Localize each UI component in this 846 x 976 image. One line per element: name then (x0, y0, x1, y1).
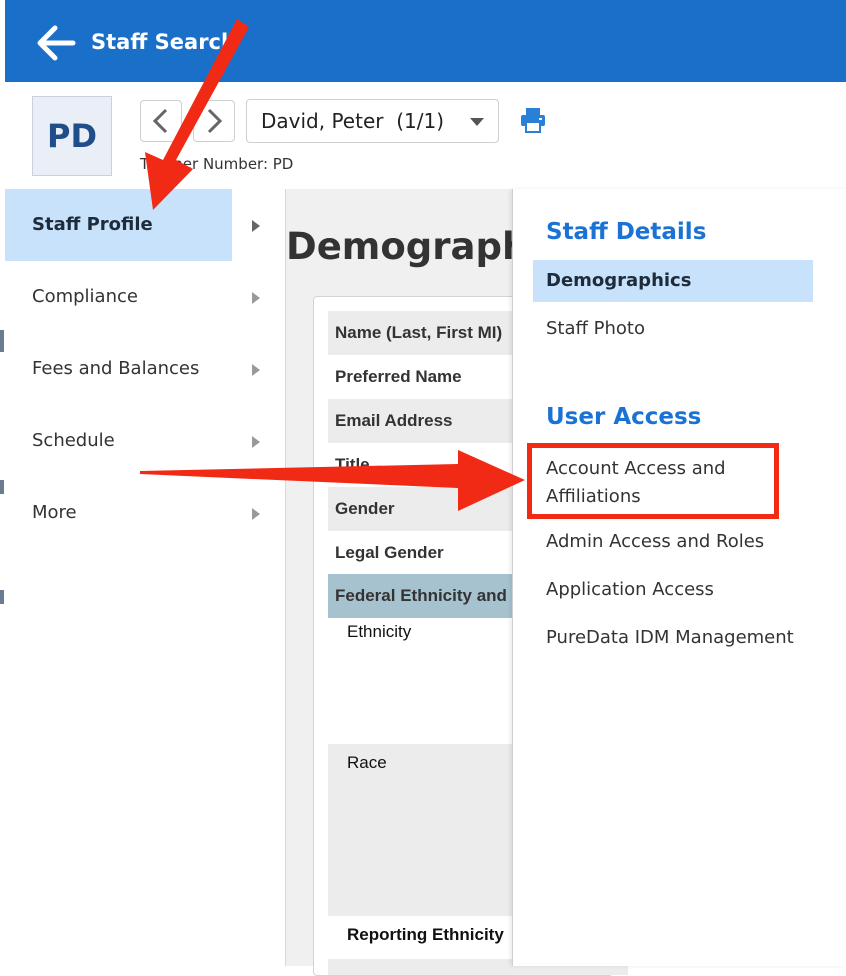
page-header-title: Staff Search (91, 30, 236, 54)
staff-details-heading: Staff Details (546, 219, 707, 245)
selected-staff-name: David, Peter (261, 109, 384, 133)
record-count: (1/1) (396, 109, 444, 133)
top-bar: Staff Search (5, 0, 846, 82)
field-label: Legal Gender (335, 543, 444, 562)
field-label: Preferred Name (335, 367, 462, 386)
menu-item-admin-access-and-roles[interactable]: Admin Access and Roles (533, 531, 813, 552)
caret-right-icon (252, 364, 260, 376)
sidebar-item-label: Staff Profile (32, 214, 153, 235)
menu-item-label: Staff Photo (546, 318, 645, 339)
edge-mark (0, 330, 4, 352)
sidebar-item-label: Fees and Balances (32, 358, 200, 379)
selected-staff-value: David, Peter (1/1) (261, 109, 444, 133)
field-label: Gender (335, 499, 395, 518)
menu-item-label: Application Access (546, 579, 714, 600)
printer-icon[interactable] (519, 106, 547, 134)
sidebar-item-schedule[interactable]: Schedule (5, 405, 285, 477)
sidebar-item-label: Schedule (32, 430, 115, 451)
race-label: Race (347, 753, 387, 772)
sidebar: Staff Profile Compliance Fees and Balanc… (5, 189, 285, 966)
avatar: PD (32, 96, 112, 176)
field-label: Name (Last, First MI) (335, 323, 503, 342)
ethnicity-label: Ethnicity (347, 622, 412, 641)
sidebar-item-staff-profile[interactable]: Staff Profile (5, 189, 285, 261)
sidebar-item-label: Compliance (32, 286, 138, 307)
chevron-down-icon (470, 118, 484, 126)
reporting-ethnicity-label: Reporting Ethnicity (347, 925, 504, 944)
menu-item-demographics[interactable]: Demographics (533, 260, 813, 302)
annotation-highlight-box (527, 443, 779, 519)
field-label: Title (335, 455, 370, 474)
back-arrow-icon[interactable] (35, 24, 77, 62)
user-access-heading: User Access (546, 404, 702, 430)
caret-right-icon (252, 292, 260, 304)
sidebar-item-compliance[interactable]: Compliance (5, 261, 285, 333)
chevron-right-icon (207, 108, 223, 134)
caret-right-icon (252, 220, 260, 232)
menu-item-label: Demographics (546, 270, 692, 291)
caret-right-icon (252, 508, 260, 520)
chevron-left-icon (152, 108, 168, 134)
menu-item-label: PureData IDM Management (546, 627, 794, 648)
caret-right-icon (252, 436, 260, 448)
staff-profile-flyout-menu: Staff Details Demographics Staff Photo U… (512, 189, 846, 966)
menu-item-application-access[interactable]: Application Access (533, 579, 813, 600)
menu-item-puredata-idm-management[interactable]: PureData IDM Management (533, 627, 813, 648)
field-label: Email Address (335, 411, 453, 430)
menu-item-staff-photo[interactable]: Staff Photo (533, 318, 813, 339)
next-record-button[interactable] (193, 100, 235, 142)
edge-mark (0, 590, 4, 604)
sidebar-item-label: More (32, 502, 77, 523)
staff-select-dropdown[interactable]: David, Peter (1/1) (246, 99, 499, 143)
edge-mark (0, 480, 4, 494)
teacher-number: Teacher Number: PD (140, 155, 294, 173)
previous-record-button[interactable] (140, 100, 182, 142)
sidebar-item-more[interactable]: More (5, 477, 285, 549)
sidebar-item-fees-and-balances[interactable]: Fees and Balances (5, 333, 285, 405)
menu-item-label: Admin Access and Roles (546, 531, 765, 552)
